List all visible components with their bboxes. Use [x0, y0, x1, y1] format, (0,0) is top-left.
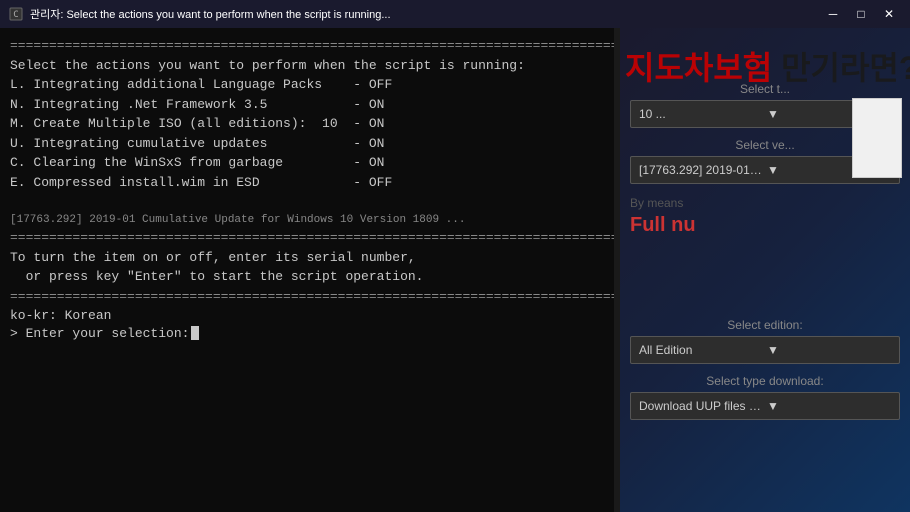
bottom-spacer [630, 424, 900, 504]
select-build-label: Select t... [630, 82, 900, 96]
title-bar: C 관리자: Select the actions you want to pe… [0, 0, 910, 28]
lang-line: ko-kr: Korean [10, 306, 610, 326]
type-dropdown[interactable]: Download UUP files via Aria2 ▼ [630, 392, 900, 420]
edition-dropdown[interactable]: All Edition ▼ [630, 336, 900, 364]
intro-line: Select the actions you want to perform w… [10, 56, 610, 76]
divider-1: ========================================… [10, 36, 610, 56]
select-edition-label: Select edition: [630, 318, 900, 332]
blank-2 [10, 192, 610, 212]
flex-spacer [630, 237, 900, 312]
full-num-text: Full nu [630, 214, 900, 237]
terminal-pane[interactable]: ========================================… [0, 28, 620, 512]
window-controls: ─ □ ✕ [820, 4, 902, 24]
window-title: 관리자: Select the actions you want to perf… [30, 6, 820, 22]
menu-item-C: C. Clearing the WinSxS from garbage - ON [10, 153, 610, 173]
svg-text:C: C [13, 10, 18, 20]
help-line-2: or press key "Enter" to start the script… [10, 267, 610, 287]
main-container: ========================================… [0, 28, 910, 512]
type-value: Download UUP files via Aria2 [639, 399, 763, 413]
menu-item-N: N. Integrating .Net Framework 3.5 - ON [10, 95, 610, 115]
type-dropdown-arrow: ▼ [767, 399, 891, 413]
update-line: [17763.292] 2019-01 Cumulative Update fo… [10, 212, 610, 229]
maximize-button[interactable]: □ [848, 4, 874, 24]
ad-white-box [852, 98, 902, 178]
help-line-1: To turn the item on or off, enter its se… [10, 248, 610, 268]
app-icon: C [8, 6, 24, 22]
menu-item-L: L. Integrating additional Language Packs… [10, 75, 610, 95]
edition-dropdown-arrow: ▼ [767, 343, 891, 357]
menu-item-E: E. Compressed install.wim in ESD - OFF [10, 173, 610, 193]
right-panel: 지도차보험 만기라면? Select t... 10 ... ▼ Select … [620, 28, 910, 512]
prompt-text: > Enter your selection: [10, 326, 189, 341]
select-type-label: Select type download: [630, 374, 900, 388]
divider-2: ========================================… [10, 228, 610, 248]
update-value: [17763.292] 2019-01 Cumulative Update fo… [639, 163, 763, 177]
minimize-button[interactable]: ─ [820, 4, 846, 24]
by-means-text: By means [630, 196, 900, 210]
cursor [191, 326, 199, 340]
edition-value: All Edition [639, 343, 763, 357]
menu-item-U: U. Integrating cumulative updates - ON [10, 134, 610, 154]
top-spacer [630, 36, 900, 76]
build-value: 10 ... [639, 107, 763, 121]
prompt-line[interactable]: > Enter your selection: [10, 326, 610, 341]
menu-item-M: M. Create Multiple ISO (all editions): 1… [10, 114, 610, 134]
close-button[interactable]: ✕ [876, 4, 902, 24]
divider-3: ========================================… [10, 287, 610, 307]
